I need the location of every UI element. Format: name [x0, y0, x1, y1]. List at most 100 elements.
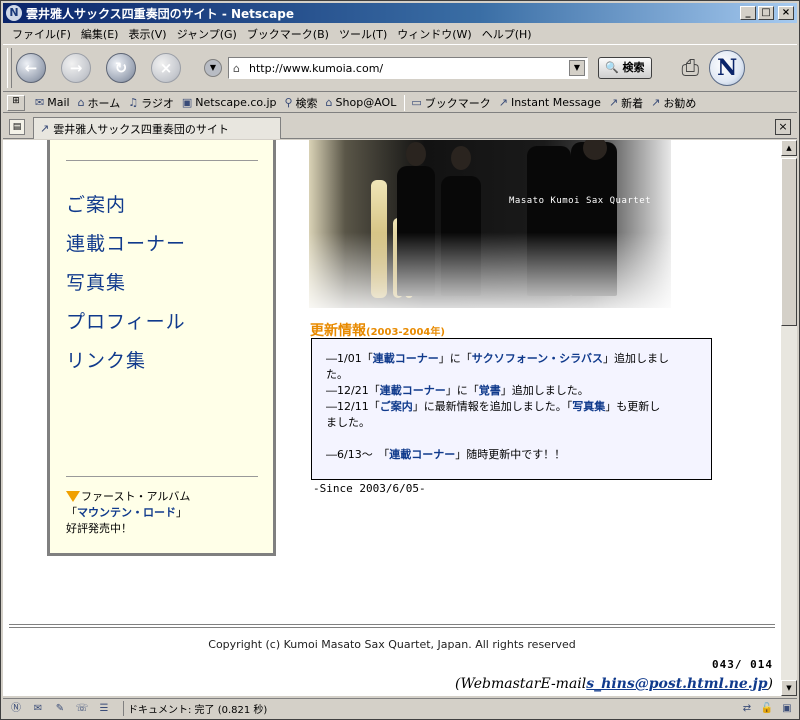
album-link[interactable]: マウンテン・ロード [77, 506, 176, 519]
status-bar: Ⓝ ✉ ✎ ☏ ☰ ドキュメント: 完了 (0.821 秒) ⇄ 🔓 ▣ [3, 698, 797, 718]
menu-edit[interactable]: 編集(E) [76, 26, 124, 42]
nav-link-series[interactable]: 連載コーナー [66, 229, 186, 256]
nav-link-photos[interactable]: 写真集 [66, 268, 126, 295]
album-promo: ファースト・アルバム 「マウンテン・ロード」 好評発売中！ [66, 489, 190, 537]
menu-bookmarks[interactable]: ブックマーク(B) [242, 26, 334, 42]
triangle-bullet-icon [66, 491, 80, 502]
reload-button[interactable]: ↻ [106, 53, 136, 83]
history-dropdown-icon[interactable]: ▼ [204, 59, 222, 77]
scroll-thumb[interactable] [781, 158, 797, 326]
divider [9, 624, 775, 628]
close-tab-button[interactable]: × [775, 119, 791, 135]
menu-help[interactable]: ヘルプ(H) [477, 26, 537, 42]
scroll-up-icon[interactable]: ▲ [781, 140, 797, 156]
bookmark-new-label: 新着 [621, 96, 644, 110]
search-button[interactable]: 🔍 検索 [598, 57, 652, 79]
bookmark-recommended[interactable]: ↗ お勧め [651, 95, 696, 111]
new-tab-icon[interactable]: ▤ [9, 119, 25, 135]
mail-icon[interactable]: ✉ [29, 701, 47, 717]
bookmark-radio[interactable]: ♫ ラジオ [128, 95, 174, 111]
bookmark-home[interactable]: ⌂ ホーム [78, 95, 121, 111]
news-link-syllabus[interactable]: サクソフォーン・シラバス [472, 352, 603, 365]
nav-link-guide[interactable]: ご案内 [66, 190, 126, 217]
home-icon: ⌂ [77, 96, 85, 109]
chat-icon[interactable]: ☰ [95, 701, 113, 717]
navigator-icon[interactable]: Ⓝ [7, 701, 25, 717]
print-icon[interactable]: ⎙ [682, 56, 700, 81]
composer-icon[interactable]: ✎ [51, 701, 69, 717]
bookmark-recommended-label: お勧め [663, 96, 697, 110]
netscape-logo[interactable]: N [709, 50, 746, 86]
bookmark-search[interactable]: ⚲ 検索 [284, 95, 317, 111]
stop-button[interactable]: × [151, 53, 181, 83]
bookmark-search-label: 検索 [295, 96, 318, 110]
bookmark-shop-aol[interactable]: ⌂ Shop@AOL [326, 96, 397, 109]
bookmark-instant-message[interactable]: ↗ Instant Message [499, 96, 601, 109]
close-window-button[interactable]: × [778, 6, 794, 20]
news-link-series[interactable]: 連載コーナー [389, 448, 455, 461]
minimize-button[interactable]: _ [740, 6, 756, 20]
webmaster-email-link[interactable]: s_hins@post.html.ne.jp [586, 676, 767, 692]
promo-close-bracket: 」 [176, 506, 187, 519]
url-text[interactable]: http://www.kumoia.com/ [249, 62, 569, 75]
navigation-toolbar: ← → ↻ × ▼ ⌂ http://www.kumoia.com/ ▼ 🔍 検… [3, 44, 797, 92]
bookmark-mail[interactable]: ✉ Mail [35, 96, 70, 109]
my-netscape-icon: ▣ [181, 96, 193, 109]
bookmark-netscape[interactable]: ▣ Netscape.co.jp [182, 96, 277, 109]
url-dropdown-icon[interactable]: ▼ [569, 60, 585, 76]
news-item-1: ―1/01「連載コーナー」に「サクソフォーン・シラバス」追加しまし [326, 351, 697, 367]
news-link-series[interactable]: 連載コーナー [380, 384, 446, 397]
menu-file[interactable]: ファイル(F) [7, 26, 76, 42]
back-button[interactable]: ← [16, 53, 46, 83]
news-link-series[interactable]: 連載コーナー [373, 352, 439, 365]
webmaster-suffix: ) [767, 676, 773, 692]
webmaster-prefix: (WebmastarE-mail [455, 676, 587, 692]
bookmark-new[interactable]: ↗ 新着 [609, 95, 643, 111]
menu-tools[interactable]: ツール(T) [334, 26, 392, 42]
security-lock-icon[interactable]: 🔓 [757, 703, 777, 714]
status-text: ドキュメント: 完了 (0.821 秒) [123, 701, 737, 716]
news-text: ―1/01「 [326, 352, 373, 365]
bookmark-mail-label: Mail [47, 96, 70, 109]
menu-go[interactable]: ジャンプ(G) [172, 26, 242, 42]
news-title: 更新情報(2003-2004年) [310, 320, 445, 340]
stop-icon: × [159, 59, 173, 77]
news-link-guide[interactable]: ご案内 [380, 400, 413, 413]
url-field[interactable]: ⌂ http://www.kumoia.com/ ▼ [228, 57, 588, 79]
vertical-scrollbar[interactable]: ▲ ▼ [781, 140, 797, 696]
news-item-2: ―12/21「連載コーナー」に「覚書」追加しました。 [326, 383, 697, 399]
scroll-down-icon[interactable]: ▼ [781, 680, 797, 696]
toolbar-grip[interactable] [7, 48, 12, 88]
promo-open-bracket: 「 [66, 506, 77, 519]
forward-button[interactable]: → [61, 53, 91, 83]
menu-view[interactable]: 表示(V) [123, 26, 171, 42]
news-link-photos[interactable]: 写真集 [572, 400, 605, 413]
quartet-photo: Masato Kumoi Sax Quartet [309, 140, 671, 308]
tab-current[interactable]: ↗ 雲井雅人サックス四重奏団のサイト [33, 117, 281, 139]
bookmark-shop-aol-label: Shop@AOL [335, 96, 397, 109]
online-status-icon[interactable]: ⇄ [737, 703, 757, 714]
news-item-1-cont: た。 [326, 368, 348, 381]
back-arrow-icon: ← [24, 59, 38, 77]
browser-window: N 雲井雅人サックス四重奏団のサイト - Netscape _ □ × ファイル… [0, 0, 800, 720]
personal-toolbar: ⊞ ✉ Mail ⌂ ホーム ♫ ラジオ ▣ Netscape.co.jp ⚲ 検索 ⌂ S… [3, 93, 797, 113]
news-link-memo[interactable]: 覚書 [479, 384, 501, 397]
menu-window[interactable]: ウィンドウ(W) [392, 26, 476, 42]
nav-link-links[interactable]: リンク集 [66, 346, 146, 373]
news-title-range: (2003-2004年) [366, 327, 445, 338]
page-link-icon: ⌂ [233, 61, 240, 75]
bookmark-link-icon: ↗ [651, 96, 661, 109]
bookmark-link-icon: ↗ [608, 96, 619, 109]
headphones-icon: ♫ [128, 96, 139, 109]
address-book-icon[interactable]: ☏ [73, 701, 91, 717]
news-text: 」随時更新中です！！ [455, 448, 566, 461]
news-text: ―12/11「 [326, 400, 380, 413]
personal-toolbar-menu-icon[interactable]: ⊞ [7, 94, 25, 111]
news-text: 」に「 [445, 384, 479, 397]
copyright: Copyright (c) Kumoi Masato Sax Quartet, … [208, 638, 576, 651]
bookmark-folder[interactable]: ▭ ブックマーク [411, 95, 490, 111]
divider [66, 476, 258, 477]
popup-icon[interactable]: ▣ [777, 703, 797, 714]
nav-link-profile[interactable]: プロフィール [66, 307, 186, 334]
maximize-button[interactable]: □ [758, 6, 774, 20]
